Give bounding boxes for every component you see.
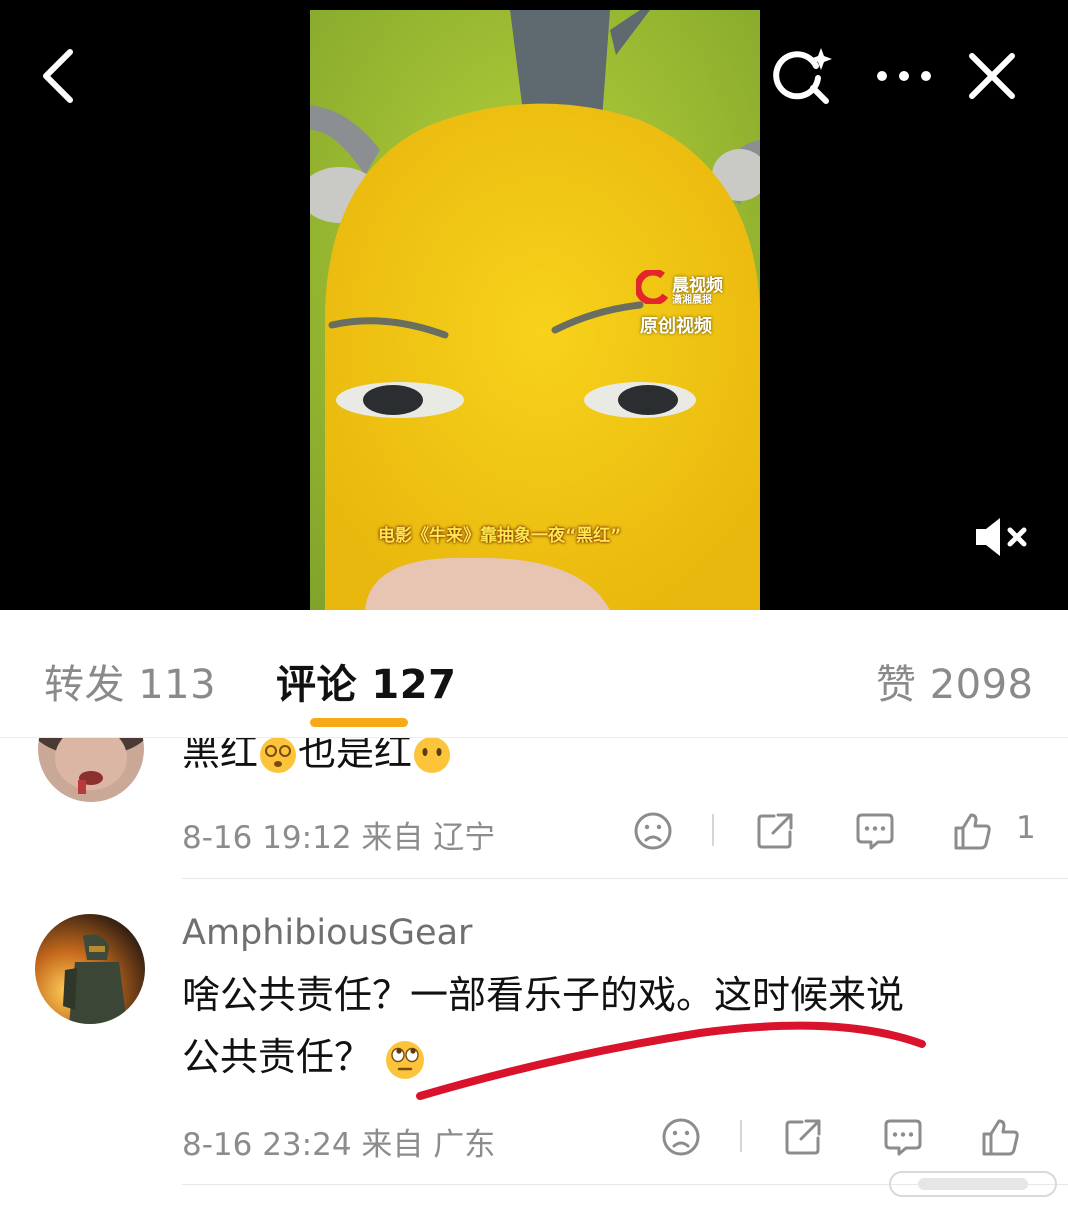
dislike-button[interactable] xyxy=(628,806,678,856)
tab-like[interactable]: 赞 2098 xyxy=(876,652,1034,710)
comment-time-value: 8-16 23:24 xyxy=(182,1127,352,1163)
thumbs-up-icon xyxy=(982,1119,1019,1156)
divider xyxy=(712,814,714,846)
dislike-button[interactable] xyxy=(656,1112,706,1162)
chevron-left-icon xyxy=(43,49,73,103)
eye-roll-emoji-icon xyxy=(386,1040,425,1079)
mute-button[interactable] xyxy=(968,506,1036,568)
comment-list[interactable]: 黑红 也是红 8-16 19:12 来自 辽宁 1 AmphibiousGear… xyxy=(0,738,1068,1209)
comment-username[interactable]: AmphibiousGear xyxy=(182,913,472,953)
tab-bar: 转发 113 评论 127 赞 2098 xyxy=(0,610,1068,738)
comment-time: 8-16 23:24 来自 广东 xyxy=(182,1119,495,1164)
search-button[interactable] xyxy=(764,38,840,114)
video-caption: 电影《牛来》靠抽象一夜“黑红” xyxy=(378,526,622,546)
watermark-badge-icon xyxy=(889,1171,1057,1197)
video-watermark: 晨视频 潇湘晨报 原创视频 xyxy=(636,270,736,340)
comment-text-part: 也是红 xyxy=(298,738,413,774)
dizzy-face-emoji-icon xyxy=(260,738,297,773)
comment-actions: 1 xyxy=(628,806,1048,856)
comment-text-part: 公共责任？ xyxy=(182,1035,373,1079)
tab-active-indicator xyxy=(310,718,408,727)
comment-actions xyxy=(656,1112,1048,1162)
share-icon xyxy=(785,1119,821,1155)
avatar[interactable] xyxy=(35,914,145,1024)
search-sparkle-icon xyxy=(773,48,832,104)
muted-speaker-icon xyxy=(976,518,1027,556)
avatar[interactable] xyxy=(38,738,144,802)
back-button[interactable] xyxy=(20,38,96,114)
comment-divider xyxy=(182,878,1068,879)
comment-text: 黑红 也是红 xyxy=(182,738,452,783)
comment-text-line: 啥公共责任？一部看乐子的戏。这时候来说 xyxy=(182,973,905,1017)
like-count: 1 xyxy=(1016,810,1036,846)
comment-text: 啥公共责任？一部看乐子的戏。这时候来说 公共责任？ xyxy=(182,964,904,1088)
sad-face-icon xyxy=(634,812,672,850)
share-icon xyxy=(757,813,793,849)
tab-repost[interactable]: 转发 113 xyxy=(44,652,216,710)
comment-location: 来自 广东 xyxy=(361,1127,496,1163)
share-button[interactable] xyxy=(750,806,800,856)
like-button[interactable] xyxy=(948,806,998,856)
tab-comment[interactable]: 评论 127 xyxy=(276,652,456,710)
divider xyxy=(740,1120,742,1152)
like-button[interactable] xyxy=(976,1112,1026,1162)
close-button[interactable] xyxy=(954,38,1030,114)
comment-location: 来自 辽宁 xyxy=(361,820,496,856)
reply-button[interactable] xyxy=(850,806,900,856)
comment-text-line: 公共责任？ xyxy=(182,1026,904,1088)
reply-button[interactable] xyxy=(878,1112,928,1162)
video-player[interactable]: 晨视频 潇湘晨报 原创视频 电影《牛来》靠抽象一夜“黑红” xyxy=(0,0,1068,610)
more-button[interactable] xyxy=(866,38,942,114)
close-icon xyxy=(969,53,1015,99)
comment-bubble-icon xyxy=(884,1119,922,1156)
watermark-logo-icon xyxy=(636,270,670,304)
thumbs-up-icon xyxy=(954,813,991,850)
comment-time-value: 8-16 19:12 xyxy=(182,820,352,856)
sad-face-icon xyxy=(662,1118,700,1156)
more-dots-icon xyxy=(877,71,931,81)
watermark-original: 原创视频 xyxy=(640,316,712,337)
comment-bubble-icon xyxy=(856,813,894,850)
watermark-sub: 潇湘晨报 xyxy=(672,295,712,306)
comment-text-part: 黑红 xyxy=(182,738,259,774)
no-mouth-face-emoji-icon xyxy=(414,738,451,773)
share-button[interactable] xyxy=(778,1112,828,1162)
comment-time: 8-16 19:12 来自 辽宁 xyxy=(182,812,495,857)
